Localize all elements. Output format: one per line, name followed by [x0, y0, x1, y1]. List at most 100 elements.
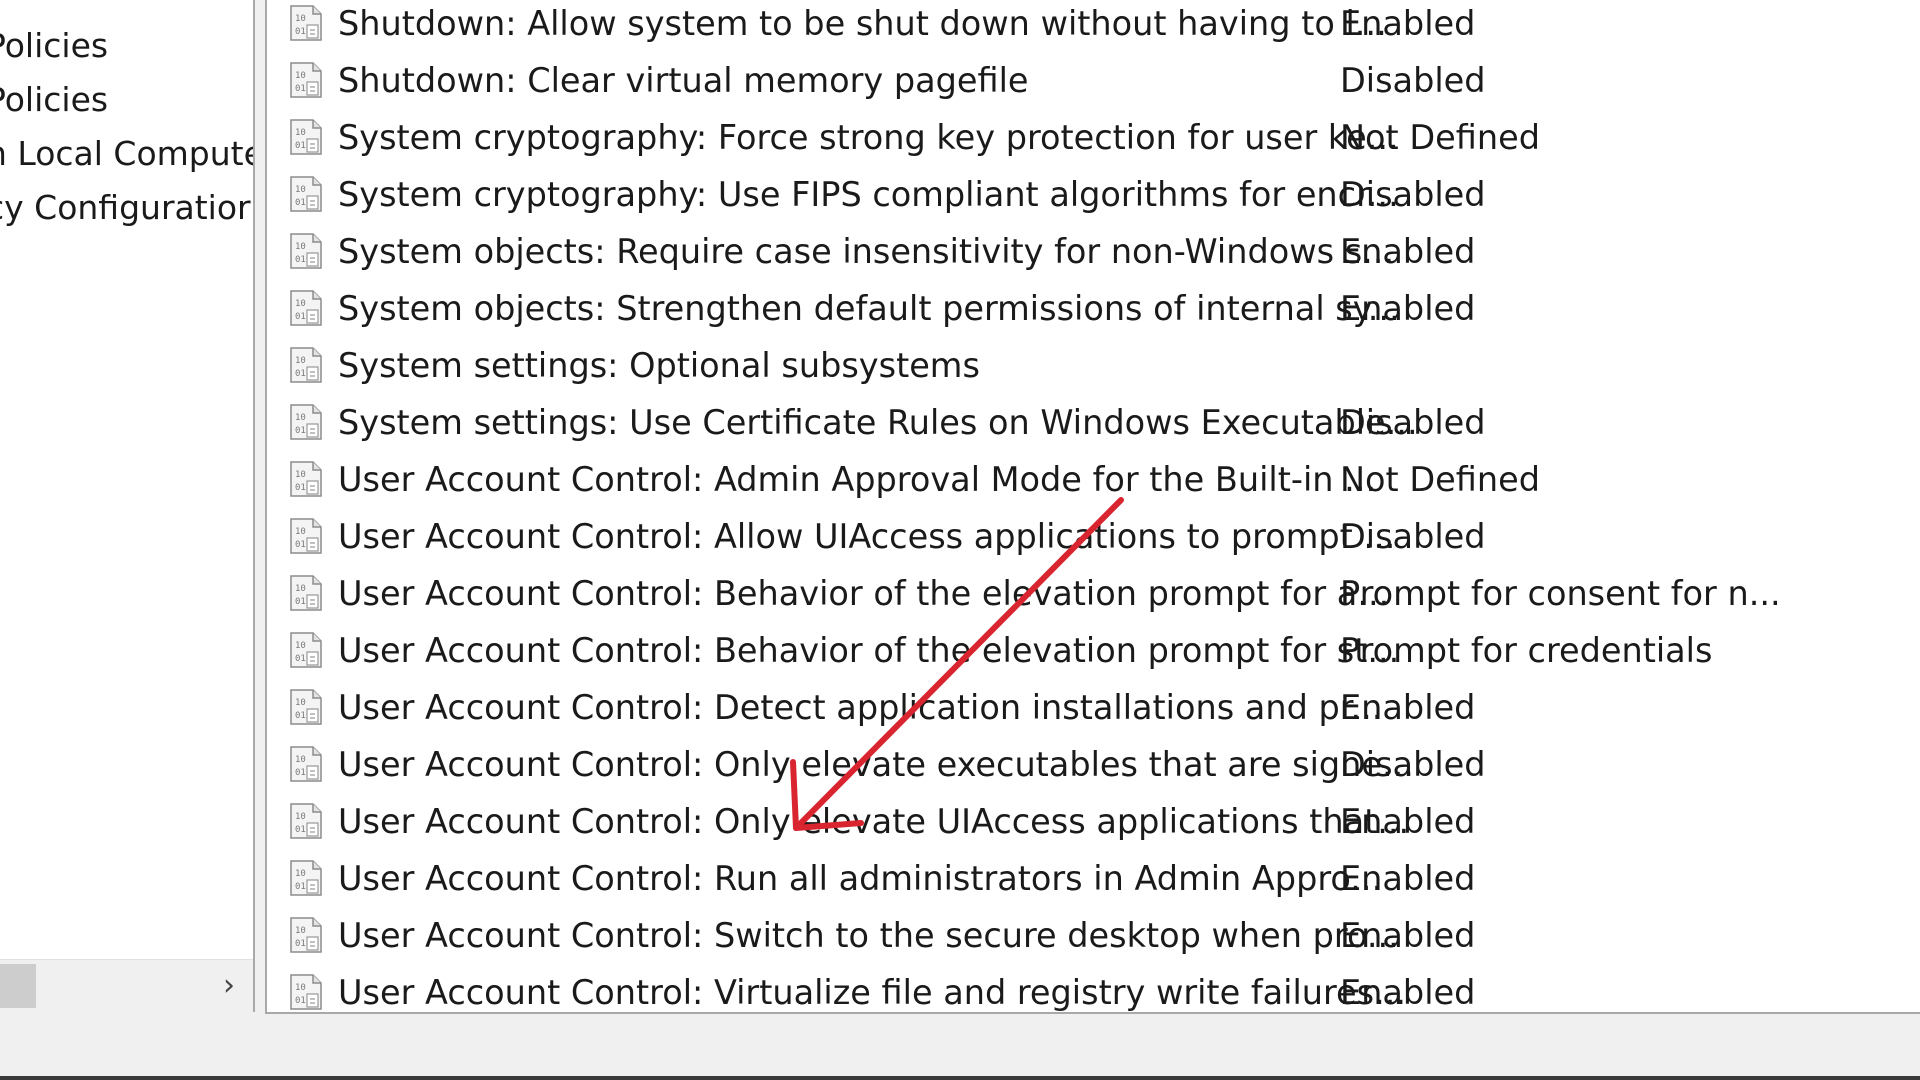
policy-row[interactable]: 10 01 User Account Control: Only elevate e… — [267, 736, 1920, 793]
policy-row[interactable]: 10 01 System cryptography: Use FIPS compli… — [267, 166, 1920, 223]
tree-item-policies-2[interactable]: Policies — [0, 76, 108, 124]
policy-document-icon: 10 01 — [287, 60, 325, 100]
svg-text:01: 01 — [295, 825, 306, 835]
policy-document-icon: 10 01 — [287, 402, 325, 442]
tree-item-label: n Local Compute — [0, 134, 255, 173]
svg-text:10: 10 — [295, 71, 306, 81]
svg-text:01: 01 — [295, 711, 306, 721]
policy-document-icon: 10 01 — [287, 801, 325, 841]
policy-name: System cryptography: Use FIPS compliant … — [338, 175, 1399, 214]
policy-document-icon: 10 01 — [287, 915, 325, 955]
tree-item-policy-configuration[interactable]: cy Configuratior — [0, 184, 251, 232]
policy-row[interactable]: 10 01 User Account Control: Allow UIAccess… — [267, 508, 1920, 565]
svg-text:10: 10 — [295, 869, 306, 879]
svg-text:01: 01 — [295, 369, 306, 379]
security-setting: Enabled — [1340, 859, 1476, 898]
security-setting: Prompt for consent for n... — [1340, 574, 1781, 613]
svg-text:10: 10 — [295, 299, 306, 309]
policy-row[interactable]: 10 01 System cryptography: Force strong ke… — [267, 109, 1920, 166]
svg-text:01: 01 — [295, 882, 306, 892]
tree-item-label: Policies — [0, 26, 109, 65]
svg-text:01: 01 — [295, 939, 306, 949]
policy-name: User Account Control: Behavior of the el… — [338, 574, 1390, 613]
policy-name: User Account Control: Only elevate UIAcc… — [338, 802, 1410, 841]
svg-text:01: 01 — [295, 540, 306, 550]
policy-document-icon: 10 01 — [287, 858, 325, 898]
policy-row[interactable]: 10 01 System settings: Optional subsystems — [267, 337, 1920, 394]
policy-list-pane: 10 01 Shutdown: Allow system to be shut do… — [265, 0, 1920, 1014]
policy-name: User Account Control: Detect application… — [338, 688, 1383, 727]
security-setting: Enabled — [1340, 232, 1476, 271]
security-setting: Prompt for credentials — [1340, 631, 1713, 670]
window-bottom-edge — [0, 1076, 1920, 1080]
svg-text:01: 01 — [295, 255, 306, 265]
svg-text:10: 10 — [295, 983, 306, 993]
svg-text:10: 10 — [295, 242, 306, 252]
policy-row[interactable]: 10 01 System objects: Strengthen default p… — [267, 280, 1920, 337]
svg-text:10: 10 — [295, 185, 306, 195]
policy-name: Shutdown: Clear virtual memory pagefile — [338, 61, 1029, 100]
svg-text:01: 01 — [295, 597, 306, 607]
policy-document-icon: 10 01 — [287, 459, 325, 499]
policy-document-icon: 10 01 — [287, 630, 325, 670]
policy-document-icon: 10 01 — [287, 972, 325, 1012]
svg-text:01: 01 — [295, 996, 306, 1006]
svg-text:10: 10 — [295, 14, 306, 24]
tree-horizontal-scrollbar[interactable]: › — [0, 959, 253, 1012]
security-setting: Enabled — [1340, 289, 1476, 328]
policy-document-icon: 10 01 — [287, 744, 325, 784]
security-setting: Disabled — [1340, 175, 1486, 214]
security-setting: Not Defined — [1340, 118, 1540, 157]
policy-row[interactable]: 10 01 User Account Control: Behavior of th… — [267, 565, 1920, 622]
policy-name: User Account Control: Only elevate execu… — [338, 745, 1414, 784]
tree-item-label: cy Configuratior — [0, 188, 251, 227]
navigation-tree-pane: Policies Policies n Local Compute cy Con… — [0, 0, 255, 1012]
policy-name: System settings: Use Certificate Rules o… — [338, 403, 1418, 442]
security-setting: Enabled — [1340, 973, 1476, 1012]
tree-item-policies-1[interactable]: Policies — [0, 22, 108, 70]
scrollbar-thumb[interactable] — [0, 964, 36, 1008]
security-setting: Disabled — [1340, 517, 1486, 556]
security-setting: Not Defined — [1340, 460, 1540, 499]
svg-text:01: 01 — [295, 768, 306, 778]
svg-text:10: 10 — [295, 926, 306, 936]
policy-row[interactable]: 10 01 User Account Control: Run all admini… — [267, 850, 1920, 907]
policy-name: User Account Control: Admin Approval Mod… — [338, 460, 1377, 499]
policy-row[interactable]: 10 01 User Account Control: Virtualize fil… — [267, 964, 1920, 1012]
svg-text:01: 01 — [295, 198, 306, 208]
policy-document-icon: 10 01 — [287, 288, 325, 328]
policy-row[interactable]: 10 01 System settings: Use Certificate Rul… — [267, 394, 1920, 451]
policy-document-icon: 10 01 — [287, 345, 325, 385]
svg-text:10: 10 — [295, 470, 306, 480]
policy-document-icon: 10 01 — [287, 573, 325, 613]
policy-row[interactable]: 10 01 User Account Control: Admin Approval… — [267, 451, 1920, 508]
svg-text:10: 10 — [295, 527, 306, 537]
svg-text:10: 10 — [295, 698, 306, 708]
scroll-right-arrow-icon[interactable]: › — [223, 960, 235, 1012]
policy-document-icon: 10 01 — [287, 687, 325, 727]
svg-text:01: 01 — [295, 426, 306, 436]
policy-document-icon: 10 01 — [287, 516, 325, 556]
policy-row[interactable]: 10 01 User Account Control: Behavior of th… — [267, 622, 1920, 679]
svg-text:10: 10 — [295, 413, 306, 423]
policy-row[interactable]: 10 01 User Account Control: Switch to the … — [267, 907, 1920, 964]
policy-row[interactable]: 10 01 Shutdown: Clear virtual memory pagef… — [267, 52, 1920, 109]
policy-name: System cryptography: Force strong key pr… — [338, 118, 1399, 157]
svg-text:01: 01 — [295, 654, 306, 664]
policy-name: User Account Control: Run all administra… — [338, 859, 1383, 898]
policy-name: System objects: Strengthen default permi… — [338, 289, 1400, 328]
status-bar — [0, 1014, 1920, 1076]
svg-text:01: 01 — [295, 84, 306, 94]
policy-name: User Account Control: Switch to the secu… — [338, 916, 1399, 955]
security-setting: Disabled — [1340, 745, 1486, 784]
policy-document-icon: 10 01 — [287, 174, 325, 214]
policy-name: System objects: Require case insensitivi… — [338, 232, 1395, 271]
policy-row[interactable]: 10 01 User Account Control: Only elevate U… — [267, 793, 1920, 850]
policy-name: User Account Control: Allow UIAccess app… — [338, 517, 1396, 556]
policy-row[interactable]: 10 01 User Account Control: Detect applica… — [267, 679, 1920, 736]
security-setting: Disabled — [1340, 61, 1486, 100]
tree-item-local-computer[interactable]: n Local Compute — [0, 130, 255, 178]
policy-name: System settings: Optional subsystems — [338, 346, 980, 385]
policy-row[interactable]: 10 01 System objects: Require case insensi… — [267, 223, 1920, 280]
policy-row[interactable]: 10 01 Shutdown: Allow system to be shut do… — [267, 0, 1920, 52]
